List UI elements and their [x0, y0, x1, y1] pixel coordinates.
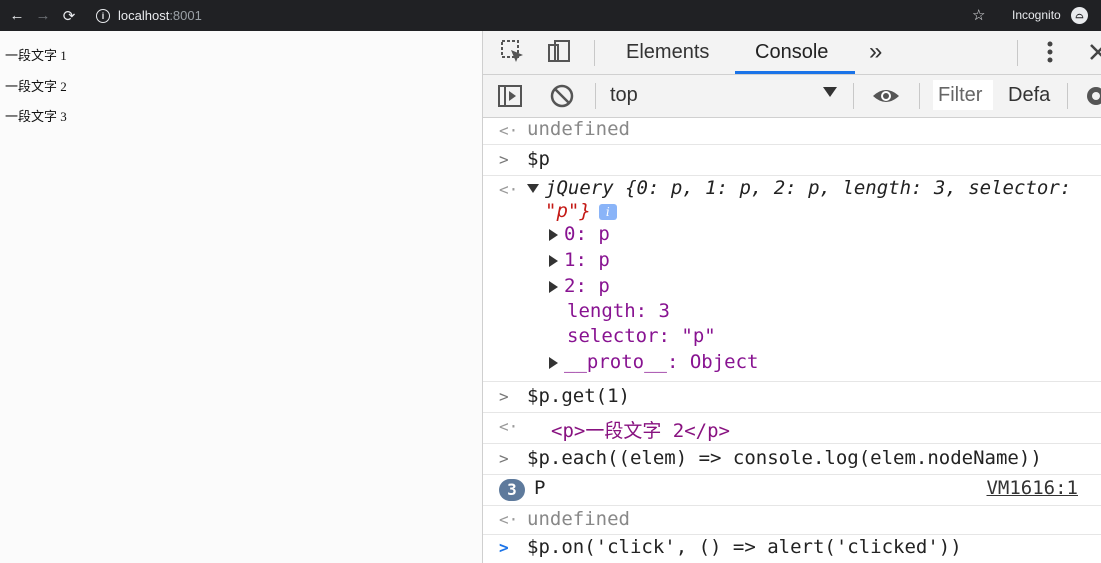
- result-arrow-icon: <·: [499, 180, 519, 199]
- repeat-count-badge: 3: [499, 479, 525, 501]
- incognito-label: Incognito: [1012, 8, 1061, 22]
- jquery-selector-summary: "p"} i: [545, 200, 617, 222]
- triangle-right-icon[interactable]: [549, 280, 558, 293]
- length-property: length: 3: [567, 300, 670, 322]
- paragraph-2[interactable]: 一段文字 2: [5, 76, 67, 95]
- result-arrow-icon: <·: [499, 417, 519, 436]
- item-2-text: 2: p: [564, 275, 610, 297]
- triangle-down-icon[interactable]: [527, 184, 539, 193]
- info-badge-icon[interactable]: i: [598, 203, 617, 220]
- gear-icon[interactable]: [1083, 83, 1101, 109]
- separator: [853, 83, 854, 109]
- console-result-row: <· undefined: [483, 118, 1101, 145]
- devtools-panel: Elements Console » top Filter Defa <· un…: [482, 31, 1101, 563]
- page-content: 一段文字 1 一段文字 2 一段文字 3: [0, 31, 482, 563]
- console-input-row: > $p.each((elem) => console.log(elem.nod…: [483, 444, 1101, 475]
- separator: [1067, 83, 1068, 109]
- prompt-chevron-icon: >: [499, 449, 509, 468]
- chevron-down-icon[interactable]: [823, 87, 837, 97]
- tab-elements[interactable]: Elements: [626, 41, 709, 64]
- reload-icon[interactable]: ⟳: [56, 7, 82, 25]
- sidebar-toggle-icon[interactable]: [497, 83, 523, 109]
- console-input-row: > $p: [483, 145, 1101, 176]
- selector-property: selector: "p": [567, 325, 716, 347]
- proto-property[interactable]: __proto__: Object: [549, 351, 758, 373]
- forward-arrow-icon[interactable]: →: [30, 7, 56, 24]
- prompt-chevron-icon: >: [499, 538, 509, 557]
- separator: [595, 83, 596, 109]
- result-arrow-icon: <·: [499, 121, 519, 140]
- paragraph-3[interactable]: 一段文字 3: [5, 106, 67, 125]
- triangle-right-icon[interactable]: [549, 356, 558, 369]
- tab-console[interactable]: Console: [755, 41, 828, 64]
- more-tabs-button[interactable]: »: [869, 38, 882, 66]
- close-icon[interactable]: [1085, 39, 1101, 65]
- incognito-icon[interactable]: ⌓: [1071, 7, 1088, 24]
- paragraph-1[interactable]: 一段文字 1: [5, 45, 67, 64]
- device-toolbar-icon[interactable]: [546, 39, 572, 65]
- console-object-row: <· jQuery {0: p, 1: p, 2: p, length: 3, …: [483, 176, 1101, 382]
- object-item-0[interactable]: 0: p: [549, 223, 610, 245]
- console-input-row: > $p.get(1): [483, 382, 1101, 413]
- result-text: undefined: [527, 508, 630, 530]
- input-text[interactable]: $p.get(1): [527, 385, 630, 407]
- result-arrow-icon: <·: [499, 510, 519, 529]
- console-log-row: 3 P VM1616:1: [483, 475, 1101, 506]
- back-arrow-icon[interactable]: ←: [4, 7, 30, 24]
- kebab-menu-icon[interactable]: [1037, 39, 1063, 65]
- item-1-text: 1: p: [564, 249, 610, 271]
- result-text: undefined: [527, 118, 630, 140]
- source-link[interactable]: VM1616:1: [986, 477, 1078, 499]
- log-text: P: [534, 477, 546, 499]
- address-bar[interactable]: i localhost:8001: [96, 0, 202, 31]
- element-result[interactable]: <p>一段文字 2</p>: [551, 416, 730, 443]
- bookmark-star-icon[interactable]: ☆: [972, 6, 985, 24]
- triangle-right-icon[interactable]: [549, 254, 558, 267]
- console-result-row: <· <p>一段文字 2</p>: [483, 413, 1101, 444]
- input-text[interactable]: $p.each((elem) => console.log(elem.nodeN…: [527, 447, 1042, 469]
- url-host: localhost: [118, 8, 170, 23]
- inspect-element-icon[interactable]: [500, 39, 526, 65]
- filter-input[interactable]: Filter: [933, 80, 993, 110]
- object-expander[interactable]: jQuery {0: p, 1: p, 2: p, length: 3, sel…: [527, 177, 1071, 199]
- separator: [919, 83, 920, 109]
- browser-toolbar: ← → ⟳ i localhost:8001 ☆ Incognito ⌓: [0, 0, 1101, 31]
- clear-console-icon[interactable]: [549, 83, 575, 109]
- prompt-input[interactable]: $p.on('click', () => alert('clicked')): [527, 536, 962, 558]
- active-tab-indicator: [735, 71, 855, 74]
- separator: [1017, 40, 1018, 66]
- context-selector[interactable]: top: [610, 84, 638, 107]
- separator: [594, 40, 595, 66]
- eye-icon[interactable]: [871, 83, 901, 109]
- input-text[interactable]: $p: [527, 148, 550, 170]
- url-port: :8001: [169, 8, 202, 23]
- site-info-icon[interactable]: i: [96, 8, 110, 23]
- prompt-chevron-icon: >: [499, 150, 509, 169]
- triangle-right-icon[interactable]: [549, 228, 558, 241]
- log-levels-dropdown[interactable]: Defa: [1008, 84, 1050, 107]
- prompt-chevron-icon: >: [499, 387, 509, 406]
- jquery-summary: jQuery {0: p, 1: p, 2: p, length: 3, sel…: [545, 177, 1072, 199]
- console-prompt-row[interactable]: > $p.on('click', () => alert('clicked')): [483, 535, 1101, 563]
- object-item-1[interactable]: 1: p: [549, 249, 610, 271]
- object-item-2[interactable]: 2: p: [549, 275, 610, 297]
- console-result-row: <· undefined: [483, 506, 1101, 535]
- console-toolbar: top Filter Defa: [483, 75, 1101, 118]
- devtools-tabbar: Elements Console »: [483, 31, 1101, 75]
- item-0-text: 0: p: [564, 223, 610, 245]
- jquery-selector-text: "p"}: [545, 200, 591, 222]
- proto-text: __proto__: Object: [564, 351, 759, 373]
